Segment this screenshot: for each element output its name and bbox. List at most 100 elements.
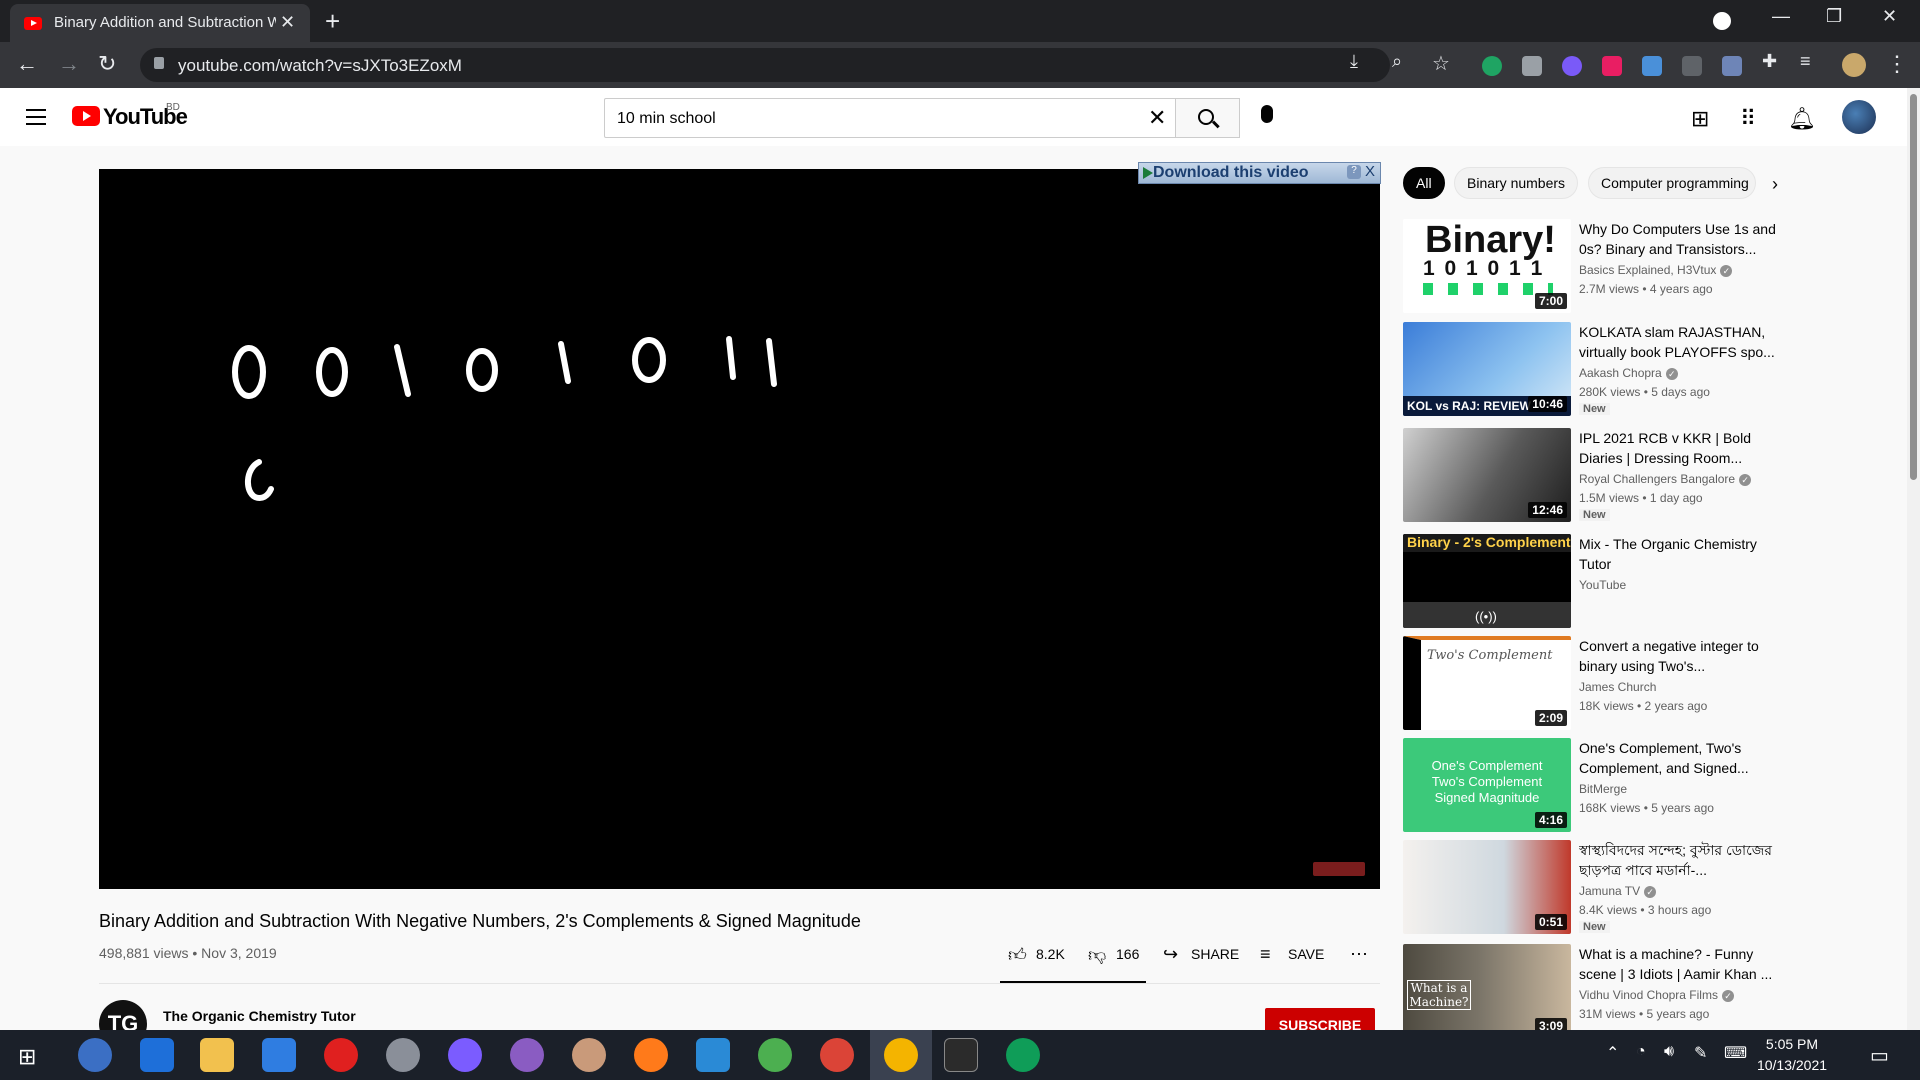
grammarly-extension-icon[interactable] (1482, 56, 1502, 76)
chrome-icon[interactable] (820, 1038, 854, 1072)
channel-name[interactable]: James Church (1579, 680, 1656, 694)
video-thumbnail[interactable]: 12:46 (1403, 428, 1571, 522)
app-icon[interactable] (386, 1038, 420, 1072)
like-icon[interactable]: 👍︎ (1008, 944, 1027, 966)
forward-icon[interactable]: → (58, 51, 80, 77)
chrome-profile-icon[interactable] (1006, 1038, 1040, 1072)
hamburger-menu-icon[interactable] (26, 109, 46, 125)
clock-date[interactable]: 10/13/2021 (1756, 1057, 1828, 1073)
recommended-video[interactable]: What is a Machine? 3:09 What is a machin… (1403, 944, 1883, 1040)
clock-time[interactable]: 5:05 PM (1756, 1036, 1828, 1052)
video-thumbnail[interactable]: KOL vs RAJ: REVIEW 10:46 (1403, 322, 1571, 416)
windows-start-icon[interactable]: ⊞ (18, 1044, 36, 1070)
channel-name[interactable]: Jamuna TV ✓ (1579, 884, 1657, 898)
search-input[interactable]: 10 min school ✕ (604, 98, 1176, 138)
opera-icon[interactable] (324, 1038, 358, 1072)
mail-icon[interactable] (262, 1038, 296, 1072)
channel-name[interactable]: Aakash Chopra ✓ (1579, 366, 1678, 380)
chrome-menu-icon[interactable]: ⋮ (1886, 51, 1908, 77)
search-button[interactable] (1176, 98, 1240, 138)
extension-icon[interactable] (1682, 56, 1702, 76)
channel-name[interactable]: The Organic Chemistry Tutor (163, 1008, 356, 1024)
create-video-icon[interactable]: ⊞ (1691, 106, 1709, 132)
pen-icon[interactable]: ✎ (1694, 1043, 1707, 1063)
reload-icon[interactable]: ↻ (98, 51, 116, 77)
extension-icon[interactable] (1562, 56, 1582, 76)
video-title[interactable]: One's Complement, Two's Complement, and … (1579, 738, 1789, 778)
share-icon[interactable]: ↪ (1163, 944, 1178, 965)
download-extension-icon[interactable] (1642, 56, 1662, 76)
video-title[interactable]: স্বাস্থ্যবিদদের সন্দেহ; বুস্টার ডোজের ছা… (1579, 840, 1789, 880)
chip-computer-programming[interactable]: Computer programming (1588, 167, 1756, 199)
recommended-video[interactable]: Binary! 1 0 1 0 1 1 7:00 Why Do Computer… (1403, 219, 1883, 315)
save-button[interactable]: SAVE (1288, 946, 1324, 962)
edge-browser-icon[interactable] (140, 1038, 174, 1072)
profile-avatar-icon[interactable] (1842, 53, 1866, 77)
share-button[interactable]: SHARE (1191, 946, 1239, 962)
volume-icon[interactable]: 🔊︎ (1664, 1043, 1674, 1061)
chevron-right-icon[interactable]: › (1772, 174, 1778, 195)
recommended-video[interactable]: One's Complement Two's Complement Signed… (1403, 738, 1883, 834)
browser-tab[interactable]: Binary Addition and Subtraction With Neg… (10, 4, 310, 42)
microphone-icon[interactable] (1261, 105, 1273, 123)
qbittorrent-icon[interactable] (78, 1038, 112, 1072)
github-desktop-icon[interactable] (510, 1038, 544, 1072)
apps-grid-icon[interactable]: ⠿ (1740, 106, 1756, 132)
save-playlist-icon[interactable]: ≡ (1260, 944, 1271, 965)
video-title[interactable]: Mix - The Organic Chemistry Tutor (1579, 534, 1789, 574)
video-title[interactable]: What is a machine? - Funny scene | 3 Idi… (1579, 944, 1789, 984)
recommended-video[interactable]: 0:51 স্বাস্থ্যবিদদের সন্দেহ; বুস্টার ডোজ… (1403, 840, 1883, 936)
notifications-bell-icon[interactable]: 🔔︎ (1788, 106, 1816, 132)
dislike-count[interactable]: 166 (1116, 946, 1139, 962)
app-icon[interactable] (758, 1038, 792, 1072)
camera-extension-icon[interactable] (1522, 56, 1542, 76)
app-icon[interactable] (572, 1038, 606, 1072)
subscribe-watermark-icon[interactable] (1313, 862, 1365, 876)
clear-search-icon[interactable]: ✕ (1148, 105, 1166, 131)
chip-all[interactable]: All (1403, 167, 1445, 199)
like-count[interactable]: 8.2K (1036, 946, 1065, 962)
channel-name[interactable]: Vidhu Vinod Chopra Films ✓ (1579, 988, 1734, 1002)
video-title[interactable]: Why Do Computers Use 1s and 0s? Binary a… (1579, 219, 1789, 259)
dislike-icon[interactable]: 👎︎ (1088, 944, 1106, 966)
chip-binary-numbers[interactable]: Binary numbers (1454, 167, 1579, 199)
scrollbar-thumb[interactable] (1910, 94, 1917, 480)
notifications-icon[interactable]: ▭ (1870, 1043, 1889, 1068)
firefox-icon[interactable] (634, 1038, 668, 1072)
channel-name[interactable]: Basics Explained, H3Vtux ✓ (1579, 263, 1733, 277)
file-explorer-icon[interactable] (200, 1038, 234, 1072)
keyboard-icon[interactable]: ⌨ (1724, 1043, 1747, 1063)
video-title[interactable]: Convert a negative integer to binary usi… (1579, 636, 1789, 676)
channel-name[interactable]: Royal Challengers Bangalore ✓ (1579, 472, 1752, 486)
video-title[interactable]: IPL 2021 RCB v KKR | Bold Diaries | Dres… (1579, 428, 1789, 468)
new-tab-icon[interactable]: + (325, 6, 340, 37)
pen-extension-icon[interactable] (1722, 56, 1742, 76)
recommended-video[interactable]: 12:46 IPL 2021 RCB v KKR | Bold Diaries … (1403, 428, 1883, 524)
page-scrollbar[interactable] (1907, 88, 1920, 1030)
video-thumbnail[interactable]: Binary! 1 0 1 0 1 1 7:00 (1403, 219, 1571, 313)
recommended-video[interactable]: KOL vs RAJ: REVIEW 10:46 KOLKATA slam RA… (1403, 322, 1883, 418)
window-close-icon[interactable]: ✕ (1882, 6, 1897, 27)
video-player[interactable] (99, 169, 1380, 889)
help-icon[interactable]: ? (1347, 165, 1361, 179)
bookmark-star-icon[interactable]: ☆ (1432, 51, 1450, 76)
messenger-icon[interactable] (448, 1038, 482, 1072)
back-icon[interactable]: ← (16, 51, 38, 77)
vscode-icon[interactable] (696, 1038, 730, 1072)
video-thumbnail[interactable]: 0:51 (1403, 840, 1571, 934)
recommended-mix[interactable]: Binary - 2's Complement ((•)) Mix - The … (1403, 534, 1883, 630)
zoom-icon[interactable]: ⌕ (1392, 51, 1402, 72)
show-hidden-icons-icon[interactable]: ⌃ (1606, 1043, 1619, 1063)
wifi-icon[interactable]: ◔ (1636, 1043, 1646, 1061)
extensions-puzzle-icon[interactable]: ✚ (1762, 51, 1777, 72)
restore-icon[interactable]: ❐ (1826, 6, 1842, 27)
tab-close-icon[interactable]: ✕ (280, 12, 295, 33)
more-actions-icon[interactable]: ⋯ (1350, 944, 1368, 965)
profile-indicator-icon[interactable] (1713, 12, 1731, 30)
close-icon[interactable]: X (1365, 163, 1375, 180)
minimize-icon[interactable]: — (1772, 6, 1790, 27)
address-bar[interactable]: youtube.com/watch?v=sJXTo3EZoxM (140, 48, 1390, 82)
youtube-logo-icon[interactable] (72, 106, 100, 126)
search-input-value[interactable]: 10 min school (617, 110, 716, 128)
recommended-video[interactable]: Two's Complement 2:09 Convert a negative… (1403, 636, 1883, 732)
